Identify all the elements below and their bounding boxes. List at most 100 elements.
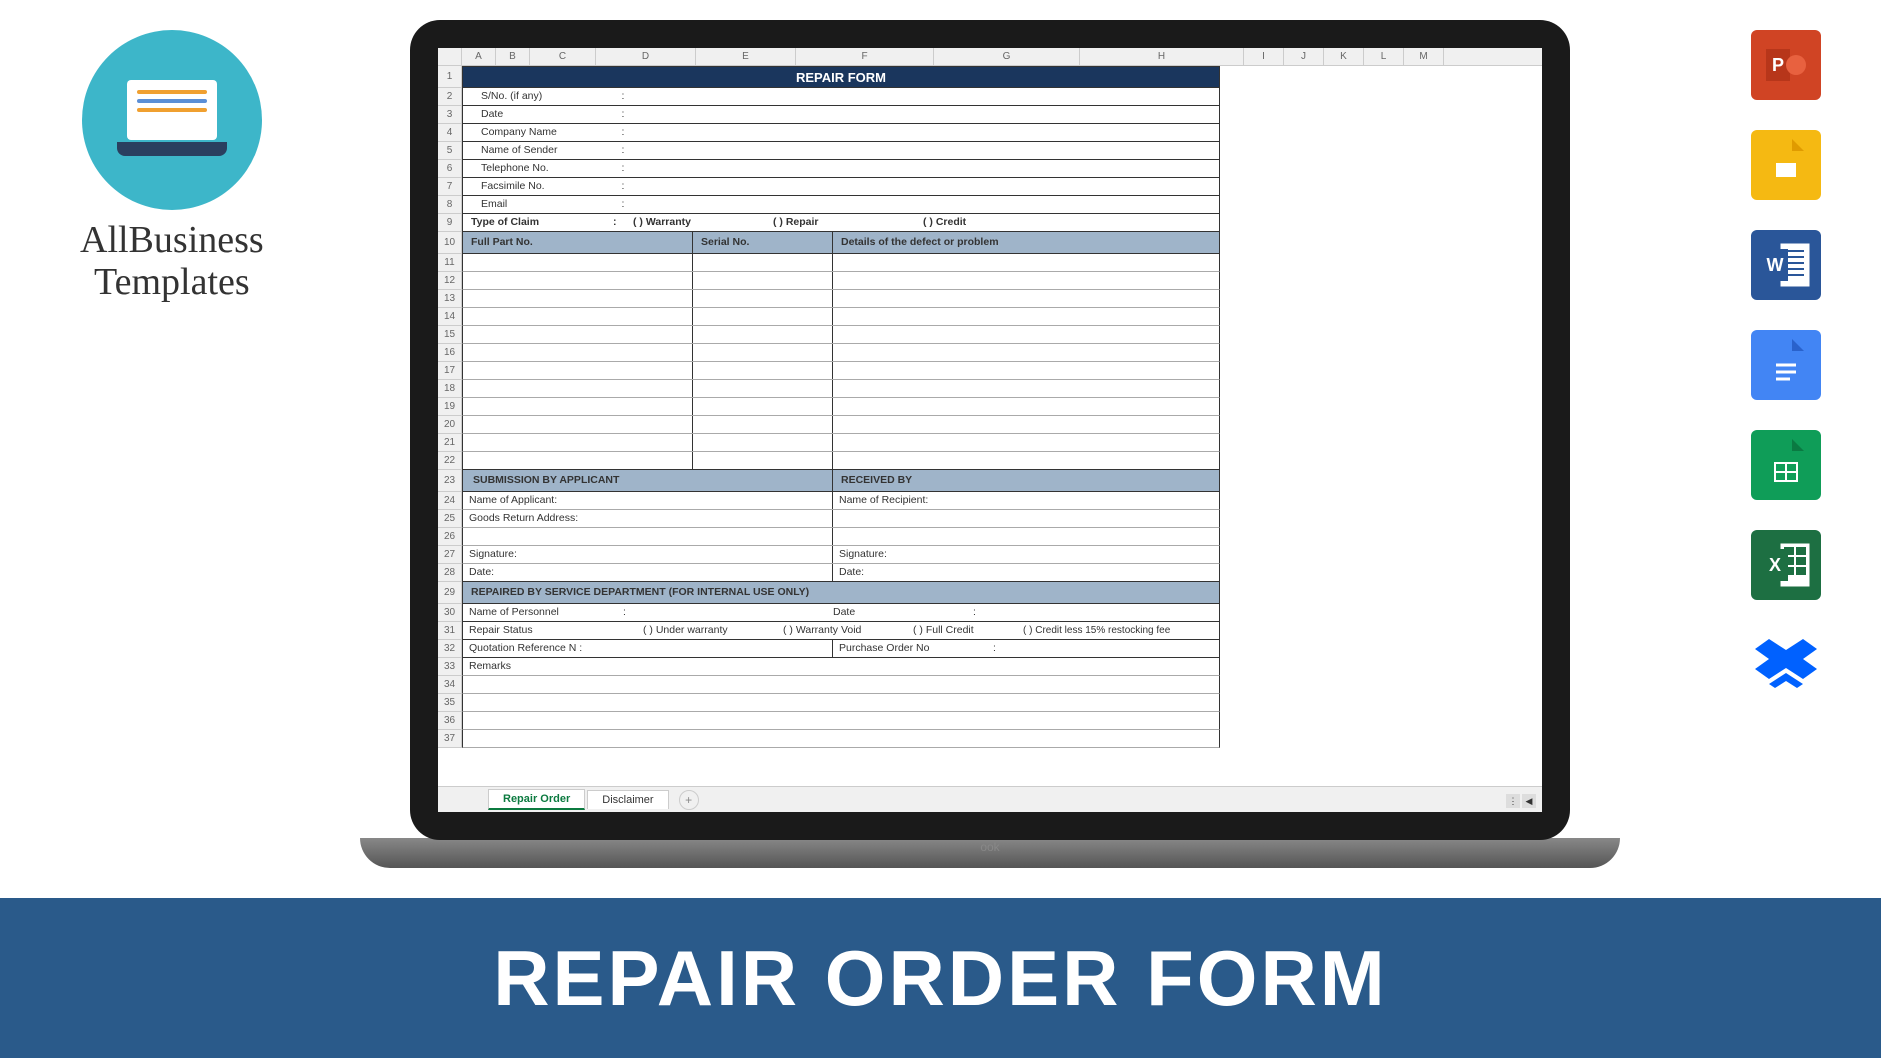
col-header[interactable]: K (1324, 48, 1364, 65)
col-header[interactable]: E (696, 48, 796, 65)
row-header[interactable]: 28 (438, 564, 462, 582)
repair-status-row[interactable]: Repair Status ( ) Under warranty ( ) War… (462, 622, 1220, 640)
quotation-row[interactable]: Quotation Reference N : Purchase Order N… (462, 640, 1220, 658)
row-header[interactable]: 8 (438, 196, 462, 214)
row-header[interactable]: 12 (438, 272, 462, 290)
row-header[interactable]: 16 (438, 344, 462, 362)
row-header[interactable]: 24 (438, 492, 462, 510)
row-header[interactable]: 18 (438, 380, 462, 398)
field-row[interactable]: Facsimile No.: (462, 178, 1220, 196)
row-header[interactable]: 31 (438, 622, 462, 640)
table-row[interactable] (462, 416, 1220, 434)
col-header[interactable]: B (496, 48, 530, 65)
row-header[interactable]: 30 (438, 604, 462, 622)
row-header[interactable]: 9 (438, 214, 462, 232)
table-row[interactable] (462, 290, 1220, 308)
row-header[interactable]: 36 (438, 712, 462, 730)
dropbox-icon (1751, 630, 1821, 700)
row-header[interactable]: 34 (438, 676, 462, 694)
col-header[interactable]: G (934, 48, 1080, 65)
row-header[interactable]: 27 (438, 546, 462, 564)
table-row[interactable] (462, 308, 1220, 326)
row-header[interactable]: 14 (438, 308, 462, 326)
row-header[interactable]: 19 (438, 398, 462, 416)
app-icons-sidebar: P W X (1751, 30, 1821, 700)
table-row[interactable] (462, 326, 1220, 344)
row-header[interactable]: 13 (438, 290, 462, 308)
column-headers: ABCDEFGHIJKLM (438, 48, 1542, 66)
field-row[interactable]: Date: (462, 106, 1220, 124)
sheet-body[interactable]: REPAIR FORM S/No. (if any):Date:Company … (462, 66, 1542, 786)
scroll-left-icon[interactable]: ◀ (1522, 794, 1536, 808)
logo-badge (82, 30, 262, 210)
row-header[interactable]: 23 (438, 470, 462, 492)
row-header[interactable]: 2 (438, 88, 462, 106)
row-header[interactable]: 21 (438, 434, 462, 452)
col-header[interactable]: A (462, 48, 496, 65)
col-header[interactable]: J (1284, 48, 1324, 65)
submission-received-header: SUBMISSION BY APPLICANT RECEIVED BY (462, 470, 1220, 492)
row-header[interactable]: 7 (438, 178, 462, 196)
field-row[interactable]: Company Name: (462, 124, 1220, 142)
laptop-brand: ook (360, 838, 1620, 854)
row-header[interactable]: 22 (438, 452, 462, 470)
empty-row[interactable] (462, 676, 1220, 694)
personnel-row[interactable]: Name of Personnel : Date : (462, 604, 1220, 622)
row-header[interactable]: 37 (438, 730, 462, 748)
row-header[interactable]: 25 (438, 510, 462, 528)
col-header[interactable]: I (1244, 48, 1284, 65)
row-header[interactable]: 20 (438, 416, 462, 434)
blank-row[interactable] (462, 528, 1220, 546)
type-of-claim-row[interactable]: Type of Claim : ( ) Warranty ( ) Repair … (462, 214, 1220, 232)
table-row[interactable] (462, 398, 1220, 416)
empty-row[interactable] (462, 730, 1220, 748)
laptop-icon (117, 80, 227, 160)
row-header[interactable]: 6 (438, 160, 462, 178)
col-header[interactable]: C (530, 48, 596, 65)
add-sheet-button[interactable]: + (679, 790, 699, 810)
col-header[interactable]: H (1080, 48, 1244, 65)
row-header[interactable]: 35 (438, 694, 462, 712)
date-row[interactable]: Date: Date: (462, 564, 1220, 582)
row-header[interactable]: 29 (438, 582, 462, 604)
applicant-recipient-row[interactable]: Name of Applicant: Name of Recipient: (462, 492, 1220, 510)
row-header[interactable]: 11 (438, 254, 462, 272)
table-row[interactable] (462, 344, 1220, 362)
row-header[interactable]: 3 (438, 106, 462, 124)
table-row[interactable] (462, 380, 1220, 398)
tab-repair-order[interactable]: Repair Order (488, 789, 585, 810)
col-header[interactable]: M (1404, 48, 1444, 65)
excel-icon: X (1751, 530, 1821, 600)
row-header[interactable]: 15 (438, 326, 462, 344)
remarks-row[interactable]: Remarks (462, 658, 1220, 676)
row-header[interactable]: 33 (438, 658, 462, 676)
col-header[interactable]: F (796, 48, 934, 65)
field-row[interactable]: Email: (462, 196, 1220, 214)
row-header[interactable]: 4 (438, 124, 462, 142)
tab-disclaimer[interactable]: Disclaimer (587, 790, 668, 809)
svg-text:X: X (1769, 555, 1781, 575)
goods-return-row[interactable]: Goods Return Address: (462, 510, 1220, 528)
row-header[interactable]: 1 (438, 66, 462, 88)
row-header[interactable]: 5 (438, 142, 462, 160)
table-row[interactable] (462, 452, 1220, 470)
sheet-tabs: Repair Order Disclaimer + ⋮ ◀ (438, 786, 1542, 812)
empty-row[interactable] (462, 712, 1220, 730)
row-header[interactable]: 32 (438, 640, 462, 658)
spreadsheet[interactable]: ABCDEFGHIJKLM 12345678910111213141516171… (438, 48, 1542, 812)
field-row[interactable]: Name of Sender: (462, 142, 1220, 160)
col-header[interactable]: L (1364, 48, 1404, 65)
table-row[interactable] (462, 362, 1220, 380)
field-row[interactable]: S/No. (if any): (462, 88, 1220, 106)
field-row[interactable]: Telephone No.: (462, 160, 1220, 178)
row-header[interactable]: 17 (438, 362, 462, 380)
col-header[interactable]: D (596, 48, 696, 65)
table-row[interactable] (462, 272, 1220, 290)
table-row[interactable] (462, 254, 1220, 272)
table-row[interactable] (462, 434, 1220, 452)
signature-row[interactable]: Signature: Signature: (462, 546, 1220, 564)
scroll-sep-icon[interactable]: ⋮ (1506, 794, 1520, 808)
empty-row[interactable] (462, 694, 1220, 712)
row-header[interactable]: 10 (438, 232, 462, 254)
row-header[interactable]: 26 (438, 528, 462, 546)
